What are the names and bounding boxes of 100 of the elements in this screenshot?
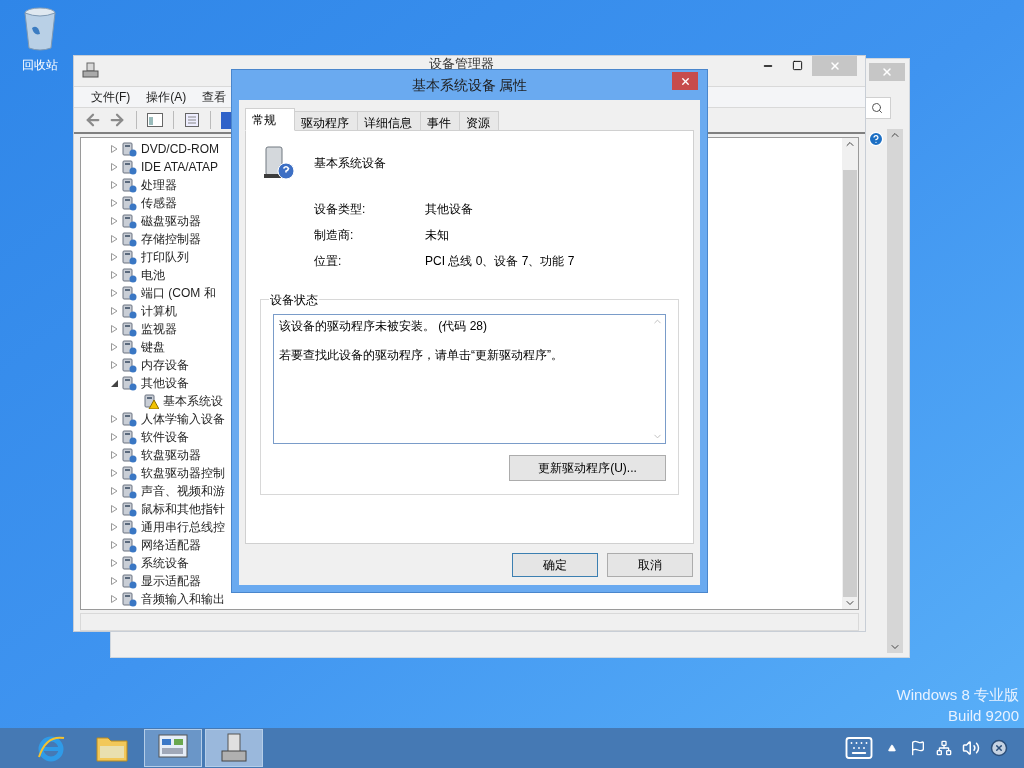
device-name: 基本系统设备 bbox=[314, 155, 386, 172]
device-icon bbox=[121, 483, 137, 499]
device-icon bbox=[121, 159, 137, 175]
device-icon bbox=[121, 465, 137, 481]
device-icon bbox=[121, 447, 137, 463]
group-label: 设备状态 bbox=[269, 291, 319, 309]
property-value: 未知 bbox=[425, 227, 449, 244]
network-icon[interactable] bbox=[936, 740, 952, 756]
tree-item[interactable]: 声音、视频和游 bbox=[141, 482, 225, 500]
device-icon bbox=[121, 339, 137, 355]
folder-icon bbox=[96, 734, 128, 762]
device-icon bbox=[121, 375, 137, 391]
tree-item[interactable]: 处理器 bbox=[141, 176, 177, 194]
close-icon bbox=[679, 75, 691, 87]
scrollbar[interactable] bbox=[887, 129, 903, 653]
update-driver-button[interactable]: 更新驱动程序(U)... bbox=[509, 455, 666, 481]
os-version-text: Build 9200 bbox=[948, 706, 1019, 726]
device-icon bbox=[121, 519, 137, 535]
search-icon bbox=[871, 102, 883, 114]
device-icon bbox=[121, 321, 137, 337]
tree-item[interactable]: 内存设备 bbox=[141, 356, 189, 374]
desktop-icon-label[interactable]: 回收站 bbox=[22, 56, 58, 74]
forward-icon[interactable] bbox=[108, 111, 126, 129]
property-value: PCI 总线 0、设备 7、功能 7 bbox=[425, 253, 575, 270]
window-title: 设备管理器 bbox=[429, 57, 494, 70]
device-icon bbox=[121, 249, 137, 265]
tree-item[interactable]: 基本系统设 bbox=[163, 392, 223, 410]
property-value: 其他设备 bbox=[425, 201, 473, 218]
tree-item[interactable]: 打印队列 bbox=[141, 248, 189, 266]
dialog-button[interactable]: 确定 bbox=[512, 553, 598, 577]
tree-item[interactable]: IDE ATA/ATAP bbox=[141, 158, 219, 176]
close-button[interactable] bbox=[672, 72, 698, 90]
tree-item[interactable]: 软盘驱动器 bbox=[141, 446, 201, 464]
property-label: 制造商: bbox=[314, 227, 355, 244]
taskbar-button[interactable] bbox=[205, 729, 263, 767]
tree-item[interactable]: 系统设备 bbox=[141, 554, 189, 572]
tab[interactable]: 事件 bbox=[420, 111, 460, 131]
volume-icon[interactable] bbox=[962, 739, 980, 757]
scrollbar[interactable] bbox=[842, 138, 858, 609]
dialog-title: 基本系统设备 属性 bbox=[411, 75, 528, 95]
status-text: 若要查找此设备的驱动程序，请单击“更新驱动程序”。 bbox=[279, 347, 563, 363]
computer-icon bbox=[219, 733, 249, 763]
recycle-bin-icon[interactable] bbox=[22, 6, 58, 52]
expander-icon[interactable] bbox=[111, 379, 121, 387]
tree-item[interactable]: 通用串行总线控 bbox=[141, 518, 225, 536]
menu-item[interactable]: 操作(A) bbox=[146, 88, 187, 106]
tree-item[interactable]: 计算机 bbox=[141, 302, 177, 320]
help-icon[interactable] bbox=[868, 131, 884, 147]
tree-item[interactable]: 软件设备 bbox=[141, 428, 189, 446]
device-icon bbox=[121, 303, 137, 319]
menu-item[interactable]: 文件(F) bbox=[91, 88, 131, 106]
property-label: 位置: bbox=[314, 253, 343, 270]
device-icon bbox=[121, 501, 137, 517]
device-icon bbox=[121, 177, 137, 193]
properties-icon[interactable] bbox=[184, 112, 200, 128]
tab[interactable]: 详细信息 bbox=[357, 111, 421, 131]
close-icon bbox=[881, 66, 893, 78]
tree-item[interactable]: 端口 (COM 和 bbox=[141, 284, 216, 302]
tree-item[interactable]: 人体学输入设备 bbox=[141, 410, 225, 428]
maximize-icon[interactable] bbox=[792, 60, 803, 71]
tree-item[interactable]: 其他设备 bbox=[141, 374, 189, 392]
device-icon bbox=[121, 267, 137, 283]
tree-item[interactable]: 键盘 bbox=[141, 338, 165, 356]
tree-item[interactable]: 音频输入和输出 bbox=[141, 590, 225, 608]
tab[interactable]: 驱动程序 bbox=[294, 111, 358, 131]
taskbar-button[interactable] bbox=[144, 729, 202, 767]
close-icon bbox=[828, 60, 841, 72]
tree-item[interactable]: 显示适配器 bbox=[141, 572, 201, 590]
menu-item[interactable]: 查看 bbox=[202, 88, 227, 106]
tree-item[interactable]: 鼠标和其他指针 bbox=[141, 500, 225, 518]
tree-item[interactable]: 网络适配器 bbox=[141, 536, 201, 554]
device-icon bbox=[121, 411, 137, 427]
device-icon bbox=[121, 213, 137, 229]
flag-icon[interactable] bbox=[910, 740, 926, 756]
tree-item[interactable]: 监视器 bbox=[141, 320, 177, 338]
device-icon bbox=[121, 591, 137, 607]
property-label: 设备类型: bbox=[314, 201, 367, 218]
device-icon bbox=[121, 285, 137, 301]
tree-item[interactable]: 电池 bbox=[141, 266, 165, 284]
device-icon bbox=[121, 357, 137, 373]
tree-item[interactable]: 存储控制器 bbox=[141, 230, 201, 248]
tree-item[interactable]: DVD/CD-ROM bbox=[141, 140, 219, 158]
close-circle-icon[interactable] bbox=[990, 739, 1008, 757]
device-icon bbox=[121, 141, 137, 157]
tab[interactable]: 资源 bbox=[459, 111, 499, 131]
tree-item[interactable]: 软盘驱动器控制 bbox=[141, 464, 225, 482]
back-icon[interactable] bbox=[84, 111, 102, 129]
dialog-button[interactable]: 取消 bbox=[607, 553, 693, 577]
tree-item[interactable]: 传感器 bbox=[141, 194, 177, 212]
device-icon bbox=[121, 429, 137, 445]
tree-item[interactable]: 磁盘驱动器 bbox=[141, 212, 201, 230]
device-icon bbox=[121, 231, 137, 247]
tab[interactable]: 常规 bbox=[245, 108, 295, 131]
device-icon bbox=[121, 555, 137, 571]
panel-icon[interactable] bbox=[147, 113, 163, 127]
status-text-box[interactable]: 该设备的驱动程序未被安装。 (代码 28) 若要查找此设备的驱动程序，请单击“更新驱动程序”。 bbox=[273, 314, 666, 444]
show-hidden-icons-icon[interactable] bbox=[888, 744, 896, 752]
device-icon bbox=[121, 573, 137, 589]
status-text: 该设备的驱动程序未被安装。 (代码 28) bbox=[279, 318, 487, 334]
os-version-text: Windows 8 专业版 bbox=[896, 685, 1019, 705]
